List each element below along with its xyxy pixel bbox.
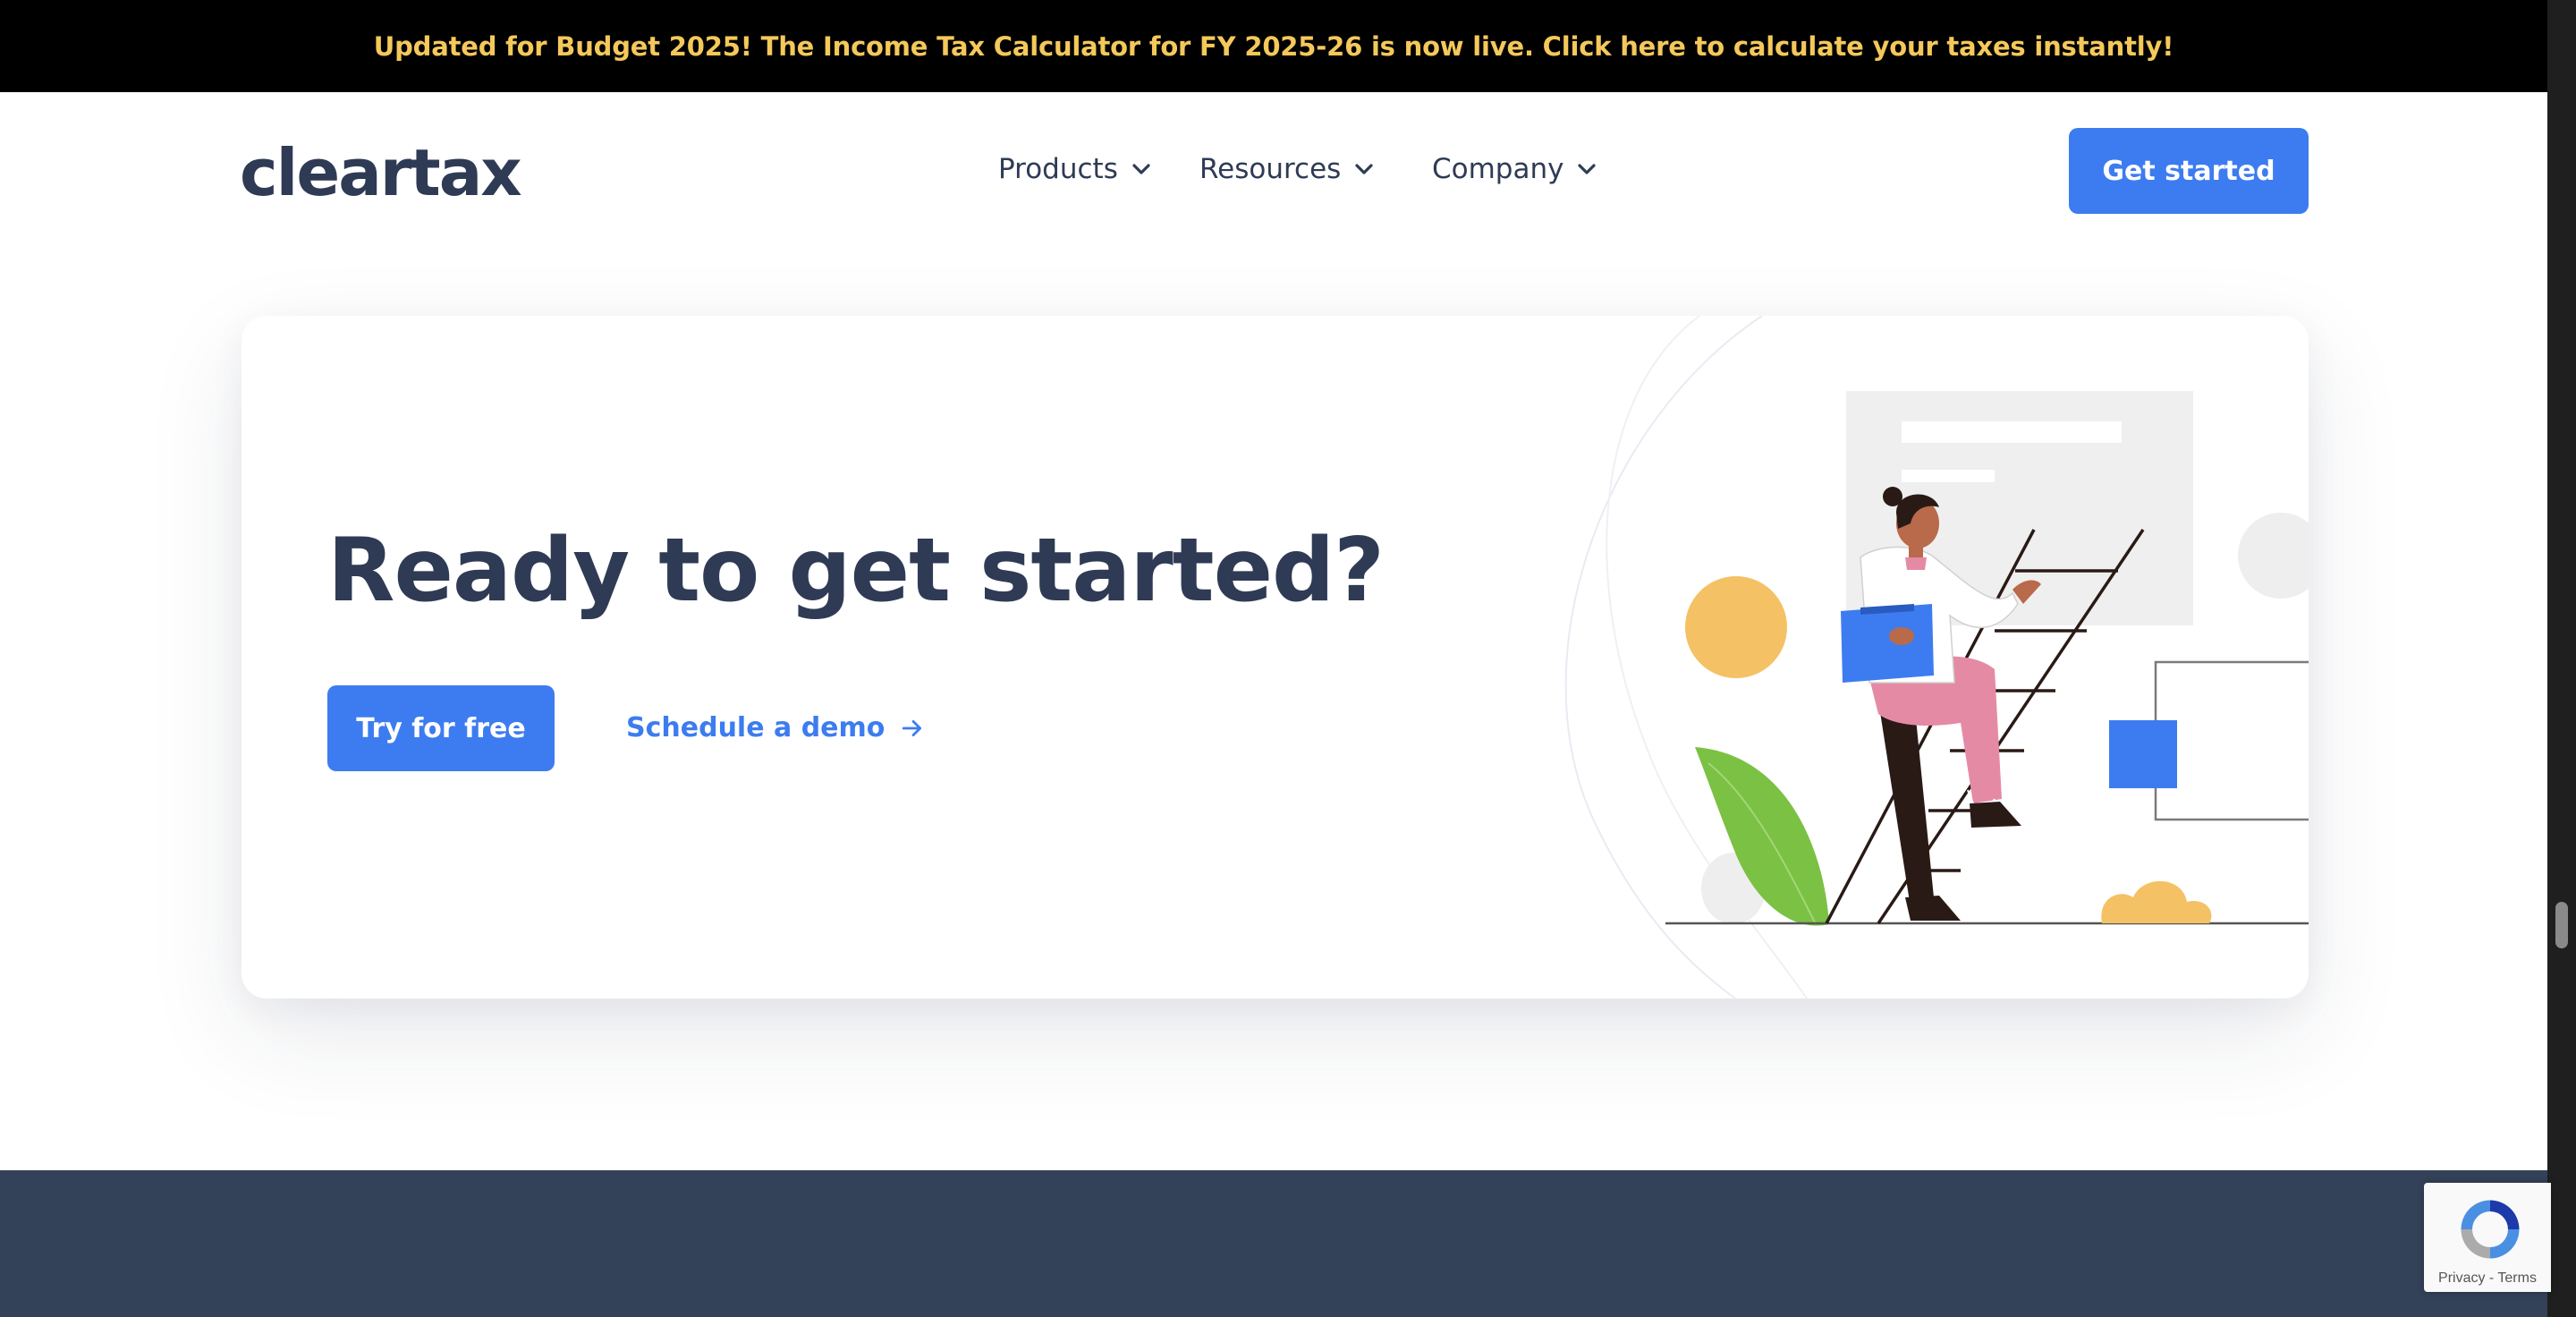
announcement-link[interactable]: Updated for Budget 2025! The Income Tax … — [374, 31, 2174, 62]
nav-company-label: Company — [1432, 153, 1564, 185]
recaptcha-privacy-link[interactable]: Privacy — [2438, 1270, 2485, 1286]
chevron-down-icon — [1132, 164, 1150, 174]
recaptcha-badge[interactable]: Privacy - Terms — [2424, 1183, 2551, 1292]
nav-products[interactable]: Products — [998, 153, 1152, 185]
nav-resources-label: Resources — [1199, 153, 1342, 185]
page-scrollbar[interactable] — [2547, 0, 2576, 1317]
climbing-ladder-illustration — [1564, 316, 2309, 998]
arrow-right-icon — [902, 719, 922, 736]
site-header: cleartax Products Resources Company Get … — [0, 92, 2547, 253]
announcement-bar: Updated for Budget 2025! The Income Tax … — [0, 0, 2547, 92]
cta-title: Ready to get started? — [327, 520, 1385, 622]
nav-resources[interactable]: Resources — [1199, 153, 1375, 185]
nav-products-label: Products — [998, 153, 1118, 185]
schedule-demo-link[interactable]: Schedule a demo — [626, 712, 924, 743]
recaptcha-terms-link[interactable]: Terms — [2497, 1270, 2537, 1286]
recaptcha-legal: Privacy - Terms — [2424, 1270, 2551, 1287]
nav-company[interactable]: Company — [1432, 153, 1597, 185]
footer-band — [0, 1170, 2547, 1317]
cleartax-logo[interactable]: cleartax — [240, 135, 522, 210]
cta-card: Ready to get started? Try for free Sched… — [242, 316, 2309, 998]
schedule-demo-label: Schedule a demo — [626, 712, 886, 743]
scrollbar-thumb[interactable] — [2555, 902, 2568, 948]
recaptcha-icon — [2461, 1200, 2520, 1259]
chevron-down-icon — [1578, 164, 1597, 174]
recaptcha-separator: - — [2485, 1270, 2498, 1286]
chevron-down-icon — [1355, 164, 1373, 174]
get-started-button[interactable]: Get started — [2069, 128, 2309, 214]
try-for-free-button[interactable]: Try for free — [327, 685, 555, 771]
